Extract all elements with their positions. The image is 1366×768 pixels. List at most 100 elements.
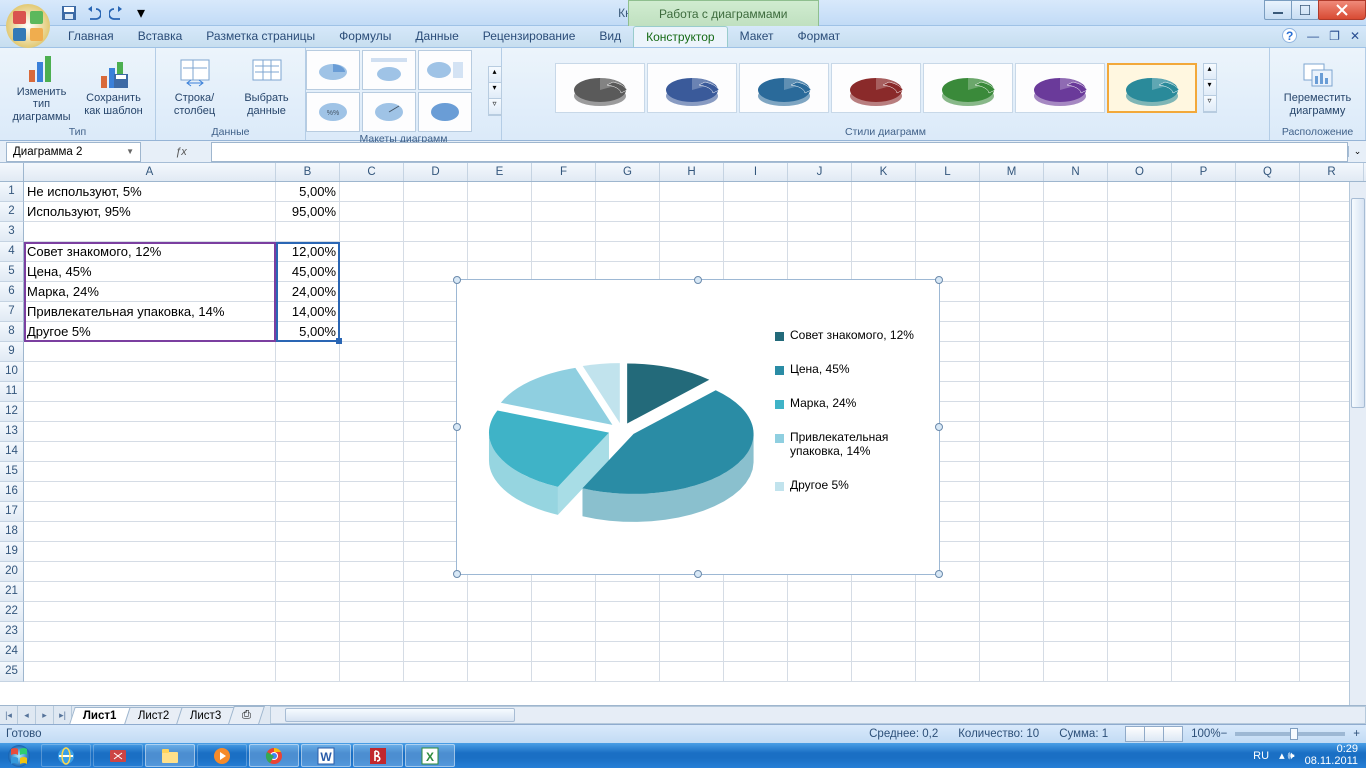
cell-M18[interactable] [980,522,1044,542]
cell-J24[interactable] [788,642,852,662]
cell-B11[interactable] [276,382,340,402]
cell-O14[interactable] [1108,442,1172,462]
cell-H21[interactable] [660,582,724,602]
cell-O15[interactable] [1108,462,1172,482]
cell-B6[interactable]: 24,00% [276,282,340,302]
cell-Q14[interactable] [1236,442,1300,462]
tab-data[interactable]: Данные [403,26,470,47]
cell-C21[interactable] [340,582,404,602]
taskbar-media[interactable] [197,744,247,767]
cell-N4[interactable] [1044,242,1108,262]
cell-O20[interactable] [1108,562,1172,582]
chart-style-swatch[interactable] [739,63,829,113]
cell-M20[interactable] [980,562,1044,582]
cell-M8[interactable] [980,322,1044,342]
cell-H4[interactable] [660,242,724,262]
cell-P16[interactable] [1172,482,1236,502]
cell-L1[interactable] [916,182,980,202]
cell-B13[interactable] [276,422,340,442]
cell-B18[interactable] [276,522,340,542]
cell-M22[interactable] [980,602,1044,622]
cell-H23[interactable] [660,622,724,642]
cell-N5[interactable] [1044,262,1108,282]
window-minimize[interactable] [1264,0,1292,20]
horizontal-scrollbar[interactable] [270,706,1366,724]
cell-M24[interactable] [980,642,1044,662]
row-header[interactable]: 22 [0,602,24,622]
col-header-J[interactable]: J [788,163,852,181]
cell-O23[interactable] [1108,622,1172,642]
cell-F4[interactable] [532,242,596,262]
chart-style-swatch[interactable] [831,63,921,113]
cell-G4[interactable] [596,242,660,262]
cell-N18[interactable] [1044,522,1108,542]
help-icon[interactable]: ? [1282,28,1297,43]
cell-M12[interactable] [980,402,1044,422]
cell-F21[interactable] [532,582,596,602]
cell-C18[interactable] [340,522,404,542]
tray-lang[interactable]: RU [1253,750,1269,762]
cell-D23[interactable] [404,622,468,642]
col-header-F[interactable]: F [532,163,596,181]
cell-B9[interactable] [276,342,340,362]
cell-G22[interactable] [596,602,660,622]
cell-A16[interactable] [24,482,276,502]
cell-C7[interactable] [340,302,404,322]
cell-A8[interactable]: Другое 5% [24,322,276,342]
cell-N9[interactable] [1044,342,1108,362]
cell-A15[interactable] [24,462,276,482]
col-header-B[interactable]: B [276,163,340,181]
cell-N2[interactable] [1044,202,1108,222]
cell-C16[interactable] [340,482,404,502]
cell-Q18[interactable] [1236,522,1300,542]
col-header-O[interactable]: O [1108,163,1172,181]
cell-C3[interactable] [340,222,404,242]
cell-K3[interactable] [852,222,916,242]
cell-N3[interactable] [1044,222,1108,242]
qat-save[interactable] [58,2,80,24]
cell-H3[interactable] [660,222,724,242]
cell-D1[interactable] [404,182,468,202]
row-header[interactable]: 5 [0,262,24,282]
legend-item[interactable]: Марка, 24% [775,396,925,410]
sheet-tab[interactable]: Лист2 [124,707,183,724]
cell-C17[interactable] [340,502,404,522]
cell-N23[interactable] [1044,622,1108,642]
cell-E22[interactable] [468,602,532,622]
cell-E24[interactable] [468,642,532,662]
cell-N19[interactable] [1044,542,1108,562]
cell-A3[interactable] [24,222,276,242]
cell-N24[interactable] [1044,642,1108,662]
cell-A19[interactable] [24,542,276,562]
cell-B2[interactable]: 95,00% [276,202,340,222]
styles-scroll[interactable]: ▴▾▿ [1203,63,1217,113]
cell-H2[interactable] [660,202,724,222]
cell-B17[interactable] [276,502,340,522]
cell-N15[interactable] [1044,462,1108,482]
cell-D21[interactable] [404,582,468,602]
cell-P5[interactable] [1172,262,1236,282]
doc-close[interactable]: ✕ [1350,29,1360,43]
row-header[interactable]: 23 [0,622,24,642]
cell-Q12[interactable] [1236,402,1300,422]
cell-P22[interactable] [1172,602,1236,622]
cell-O8[interactable] [1108,322,1172,342]
cell-A4[interactable]: Совет знакомого, 12% [24,242,276,262]
cell-B12[interactable] [276,402,340,422]
cell-B25[interactable] [276,662,340,682]
row-header[interactable]: 21 [0,582,24,602]
cell-L2[interactable] [916,202,980,222]
row-header[interactable]: 9 [0,342,24,362]
cell-B8[interactable]: 5,00% [276,322,340,342]
cell-N22[interactable] [1044,602,1108,622]
cell-B24[interactable] [276,642,340,662]
zoom-slider[interactable] [1235,732,1345,736]
row-header[interactable]: 25 [0,662,24,682]
cell-G21[interactable] [596,582,660,602]
cell-M25[interactable] [980,662,1044,682]
cell-M10[interactable] [980,362,1044,382]
cell-A21[interactable] [24,582,276,602]
cell-P12[interactable] [1172,402,1236,422]
cell-D3[interactable] [404,222,468,242]
cell-M19[interactable] [980,542,1044,562]
